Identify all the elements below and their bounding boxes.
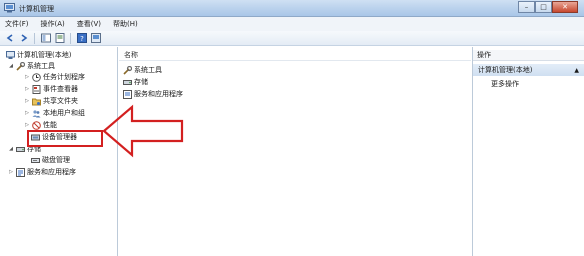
window-title: 计算机管理 <box>19 5 54 13</box>
list-item-label: 系统工具 <box>134 66 162 74</box>
expand-arrow-icon[interactable]: ▷ <box>24 98 30 104</box>
tree-label-task-scheduler: 任务计划程序 <box>43 73 85 81</box>
close-button[interactable]: ✕ <box>552 1 578 13</box>
menu-help[interactable]: 帮助(H) <box>113 19 138 29</box>
menu-view[interactable]: 查看(V) <box>77 19 101 29</box>
actions-group[interactable]: 计算机管理(本地) ▲ <box>473 64 584 76</box>
maximize-button[interactable]: □ <box>535 1 552 13</box>
collapse-arrow-icon[interactable]: ◢ <box>8 63 14 69</box>
actions-pane: 操作 计算机管理(本地) ▲ 更多操作 <box>472 47 584 256</box>
tree-item-event-viewer[interactable]: ▷ 事件查看器 <box>24 84 78 94</box>
storage-icon <box>16 145 25 154</box>
expand-arrow-icon[interactable]: ▷ <box>24 74 30 80</box>
shared-folder-icon <box>32 97 41 106</box>
menu-bar: 文件(F) 操作(A) 查看(V) 帮助(H) <box>0 17 584 31</box>
performance-icon <box>32 120 41 130</box>
minimize-button[interactable]: – <box>518 1 535 13</box>
tree-item-local-users[interactable]: ▷ 本地用户和组 <box>24 108 85 118</box>
actions-header: 操作 <box>473 50 584 61</box>
expand-arrow-icon[interactable]: ▷ <box>24 110 30 116</box>
clock-icon <box>32 72 41 82</box>
list-item-label: 服务和应用程序 <box>134 90 183 98</box>
menu-action[interactable]: 操作(A) <box>41 19 65 29</box>
expand-arrow-icon[interactable]: ▷ <box>24 122 30 128</box>
tools-icon <box>16 61 25 71</box>
tree-item-system-tools[interactable]: ◢ 系统工具 <box>8 61 55 71</box>
users-icon <box>32 109 41 118</box>
disk-icon <box>31 156 40 165</box>
console-icon[interactable] <box>90 33 101 44</box>
back-icon[interactable] <box>4 33 15 44</box>
show-hide-tree-icon[interactable] <box>40 33 51 44</box>
svg-text:?: ? <box>80 35 84 43</box>
tree-label-local-users: 本地用户和组 <box>43 109 85 117</box>
list-item[interactable]: 系统工具 <box>123 65 162 75</box>
list-item[interactable]: 服务和应用程序 <box>123 89 183 99</box>
event-log-icon <box>32 84 41 94</box>
list-item-label: 存储 <box>134 78 148 86</box>
computer-management-icon <box>4 3 15 13</box>
list-item[interactable]: 存储 <box>123 77 148 87</box>
menu-file[interactable]: 文件(F) <box>5 19 29 29</box>
tree-label-event-viewer: 事件查看器 <box>43 85 78 93</box>
actions-group-label: 计算机管理(本地) <box>478 66 533 74</box>
collapse-caret-icon[interactable]: ▲ <box>574 67 579 74</box>
tree-item-services-apps[interactable]: ▷ 服务和应用程序 <box>8 167 76 177</box>
collapse-arrow-icon[interactable]: ◢ <box>8 146 14 152</box>
tree-item-disk-management[interactable]: 磁盘管理 <box>31 155 70 165</box>
tree-label-root: 计算机管理(本地) <box>17 51 72 59</box>
annotation-arrow-icon <box>102 104 184 158</box>
tree-label-system-tools: 系统工具 <box>27 62 55 70</box>
more-actions-link[interactable]: 更多操作 <box>491 79 519 89</box>
tree-label-disk-management: 磁盘管理 <box>42 156 70 164</box>
tree-label-services-apps: 服务和应用程序 <box>27 168 76 176</box>
column-header-name[interactable]: 名称 <box>119 50 471 61</box>
services-icon <box>16 167 25 177</box>
tree-label-shared-folders: 共享文件夹 <box>43 97 78 105</box>
tree-item-task-scheduler[interactable]: ▷ 任务计划程序 <box>24 72 85 82</box>
tree-item-performance[interactable]: ▷ 性能 <box>24 120 57 130</box>
forward-icon[interactable] <box>18 33 29 44</box>
computer-icon <box>6 50 15 60</box>
properties-icon[interactable] <box>54 33 65 44</box>
tree-label-performance: 性能 <box>43 121 57 129</box>
toolbar-divider <box>70 32 71 44</box>
tree-item-root[interactable]: 计算机管理(本地) <box>6 50 71 60</box>
expand-arrow-icon[interactable]: ▷ <box>8 169 14 175</box>
highlight-box <box>27 130 103 147</box>
toolbar: ? <box>0 31 584 46</box>
storage-icon <box>123 78 132 87</box>
help-icon[interactable]: ? <box>76 33 87 44</box>
title-bar: 计算机管理 – □ ✕ <box>0 0 584 17</box>
toolbar-divider <box>34 32 35 44</box>
services-icon <box>123 89 132 99</box>
tools-icon <box>123 65 132 75</box>
expand-arrow-icon[interactable]: ▷ <box>24 86 30 92</box>
tree-item-shared-folders[interactable]: ▷ 共享文件夹 <box>24 96 78 106</box>
